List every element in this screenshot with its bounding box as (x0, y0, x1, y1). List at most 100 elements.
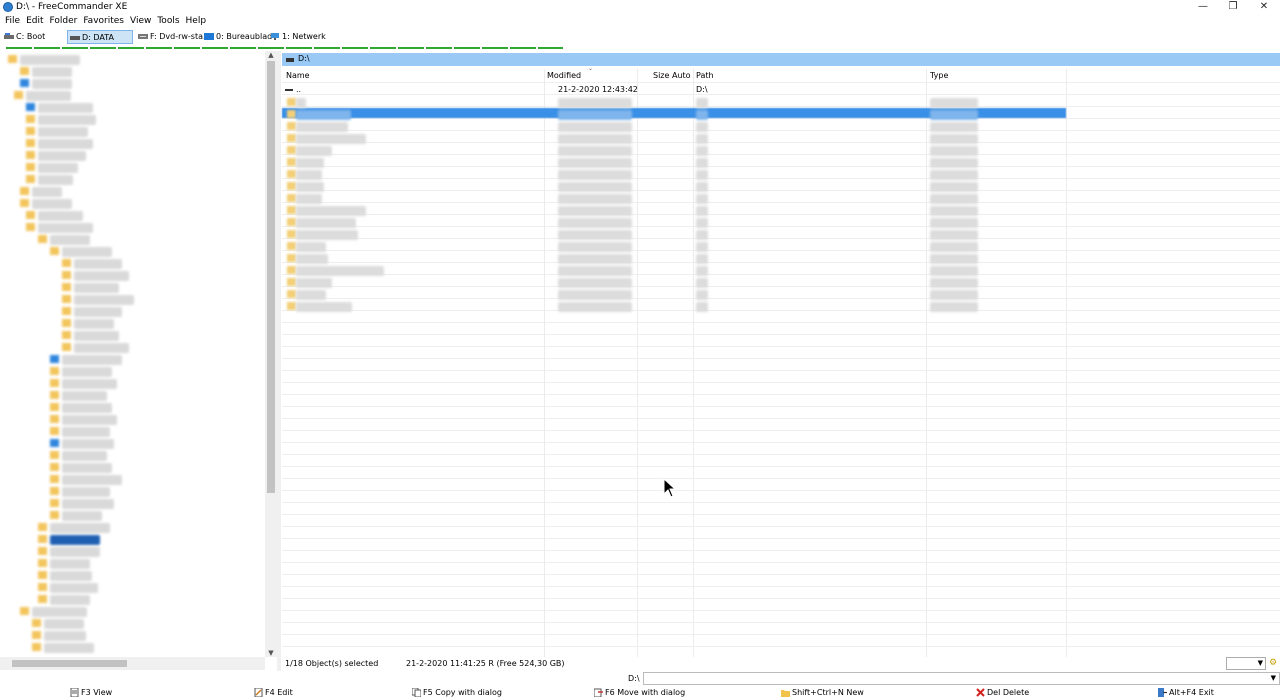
file-cell (930, 218, 978, 228)
tree-item[interactable] (50, 583, 98, 593)
tree-vertical-scrollbar[interactable]: ▲ ▼ (265, 51, 277, 657)
tree-item[interactable] (32, 187, 62, 197)
settings-icon[interactable]: ⚙ (1269, 658, 1277, 668)
tree-item[interactable] (50, 559, 90, 569)
tree-item[interactable] (62, 475, 122, 485)
tree-item[interactable] (62, 487, 110, 497)
tree-item[interactable] (32, 199, 72, 209)
tree-item[interactable] (74, 271, 129, 281)
tree-item[interactable] (50, 547, 100, 557)
tree-item[interactable] (38, 115, 96, 125)
status-combo[interactable]: ▼ (1226, 657, 1266, 670)
drive-desktop-button[interactable]: 0: Bureaublad (202, 30, 272, 44)
tree-item[interactable] (62, 439, 114, 449)
file-cell (696, 98, 708, 108)
tree-horizontal-scrollbar[interactable] (0, 657, 265, 670)
tree-item[interactable] (20, 55, 80, 65)
column-name[interactable]: Name (286, 71, 310, 80)
tree-scroll-thumb[interactable] (267, 61, 275, 493)
tree-item[interactable] (38, 139, 93, 149)
exit-button[interactable]: Alt+F4 Exit (1158, 687, 1214, 699)
tree-item[interactable] (50, 595, 90, 605)
file-cell (930, 170, 978, 180)
file-cell (696, 194, 708, 204)
tree-item[interactable] (44, 619, 84, 629)
tree-item[interactable] (74, 295, 134, 305)
file-cell (296, 158, 324, 168)
tree-item[interactable] (62, 451, 107, 461)
tree-item[interactable] (38, 127, 88, 137)
tree-item[interactable] (38, 223, 93, 233)
minimize-button[interactable]: — (1187, 0, 1219, 15)
tree-item[interactable] (32, 67, 72, 77)
tree-item[interactable] (32, 607, 87, 617)
menu-folder[interactable]: Folder (47, 15, 81, 28)
f6-move-button[interactable]: F6 Move with dialog (594, 687, 685, 699)
tree-item[interactable] (74, 343, 129, 353)
menu-view[interactable]: View (127, 15, 154, 28)
tree-item[interactable] (38, 175, 73, 185)
tree-item[interactable] (50, 535, 100, 545)
tree-item[interactable] (74, 259, 122, 269)
tree-item[interactable] (74, 319, 114, 329)
command-line-bar: D:\ ▼ (0, 672, 1280, 685)
tree-item[interactable] (50, 523, 110, 533)
tree-item[interactable] (74, 307, 122, 317)
restore-button[interactable]: ❐ (1217, 0, 1249, 15)
tree-item[interactable] (62, 415, 117, 425)
selection-status: 1/18 Object(s) selected (285, 659, 379, 668)
drive-d-button[interactable]: D: DATA (67, 30, 133, 44)
close-button[interactable]: ✕ (1248, 0, 1280, 15)
tree-item[interactable] (32, 79, 72, 89)
file-cell (558, 146, 632, 156)
tree-item[interactable] (38, 151, 86, 161)
drive-c-button[interactable]: C: Boot (2, 30, 45, 44)
drive-f-button[interactable]: F: Dvd-rw-sta... (136, 30, 211, 44)
tree-item[interactable] (62, 511, 102, 521)
new-folder-button[interactable]: Shift+Ctrl+N New (781, 687, 864, 699)
panel-splitter[interactable] (277, 51, 281, 671)
delete-button[interactable]: Del Delete (976, 687, 1029, 699)
tree-item[interactable] (62, 499, 114, 509)
scroll-down-icon[interactable]: ▼ (267, 649, 275, 657)
tree-item[interactable] (62, 427, 110, 437)
menu-help[interactable]: Help (183, 15, 210, 28)
menu-tools[interactable]: Tools (154, 15, 182, 28)
tree-item[interactable] (38, 163, 78, 173)
tree-item[interactable] (62, 367, 112, 377)
tree-item[interactable] (74, 331, 119, 341)
file-list-grid[interactable] (282, 82, 1280, 657)
menu-file[interactable]: File (0, 15, 23, 28)
tree-item[interactable] (62, 355, 122, 365)
tree-item[interactable] (38, 211, 83, 221)
menu-favorites[interactable]: Favorites (80, 15, 127, 28)
f5-copy-button[interactable]: F5 Copy with dialog (412, 687, 502, 699)
f4-edit-button[interactable]: F4 Edit (254, 687, 293, 699)
parent-folder-row[interactable]: .. 21-2-2020 12:43:42 D:\ (282, 84, 1066, 96)
column-modified[interactable]: Modified (547, 71, 581, 80)
tree-item[interactable] (62, 391, 107, 401)
tree-item[interactable] (62, 247, 112, 257)
tree-item[interactable] (26, 91, 71, 101)
tree-item[interactable] (50, 571, 92, 581)
tree-item[interactable] (62, 403, 112, 413)
tree-item[interactable] (62, 379, 117, 389)
column-size[interactable]: Size Auto (653, 71, 691, 80)
menu-edit[interactable]: Edit (23, 15, 46, 28)
column-type[interactable]: Type (930, 71, 948, 80)
tree-item[interactable] (44, 631, 86, 641)
column-path[interactable]: Path (696, 71, 714, 80)
f3-view-button[interactable]: F3 View (70, 687, 112, 699)
command-line-input[interactable]: ▼ (643, 672, 1280, 685)
tree-hscroll-thumb[interactable] (12, 660, 127, 667)
tree-item[interactable] (74, 283, 119, 293)
tree-item[interactable] (38, 103, 93, 113)
scroll-up-icon[interactable]: ▲ (267, 51, 275, 59)
folder-tree[interactable]: ▲ ▼ (0, 51, 277, 657)
tree-item[interactable] (50, 235, 90, 245)
cursor-icon (663, 478, 677, 498)
tree-item[interactable] (44, 643, 94, 653)
tree-item[interactable] (62, 463, 112, 473)
drive-network-button[interactable]: 1: Netwerk (268, 30, 326, 44)
file-cell (296, 278, 332, 288)
